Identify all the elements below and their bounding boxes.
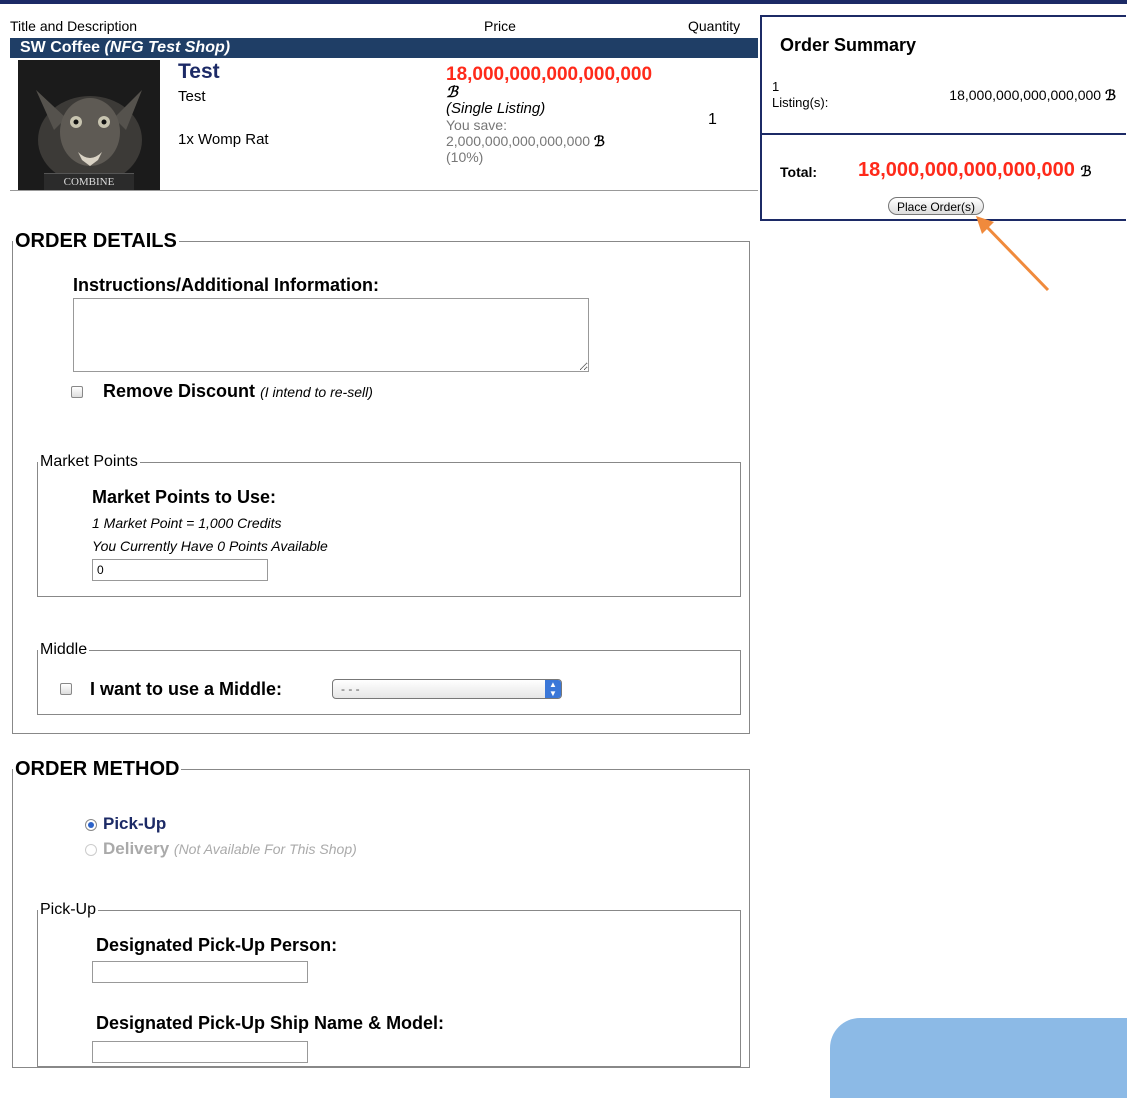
pickup-person-input[interactable] [92,961,308,983]
summary-divider [762,133,1126,135]
total-value: 18,000,000,000,000,000 ℬ [858,159,1091,182]
item-quantity: 1 [708,111,717,128]
remove-discount-row: Remove Discount (I intend to re-sell) [103,381,373,402]
pickup-ship-label: Designated Pick-Up Ship Name & Model: [96,1013,445,1033]
listing-type: (Single Listing) [446,100,546,117]
credit-icon: ℬ [593,133,605,149]
item-title[interactable]: Test [178,60,220,84]
col-price-header: Price [484,18,516,34]
item-price: 18,000,000,000,000,000 [446,64,653,85]
remove-discount-checkbox[interactable] [71,386,83,398]
market-points-available: You Currently Have 0 Points Available [92,538,328,554]
middle-select[interactable]: - - - ▲ ▼ [332,679,562,699]
item-thumbnail[interactable]: COMBINE [18,60,160,190]
order-summary-box: Order Summary 1 Listing(s): 18,000,000,0… [760,15,1126,221]
cart-header: Title and Description Price Quantity [10,10,758,38]
top-border [0,0,1127,4]
select-stepper-icon: ▲ ▼ [545,680,561,698]
order-summary-title: Order Summary [780,35,917,55]
savings-amount-value: 2,000,000,000,000,000 [446,133,591,149]
womp-rat-image [18,60,160,190]
savings-label: You save: [446,117,507,133]
remove-discount-label[interactable]: Remove Discount [103,381,255,401]
col-quantity-header: Quantity [688,18,741,34]
annotation-arrow-icon [976,216,1050,292]
listing-count-label: Listing(s): [772,95,829,110]
subtotal-value: 18,000,000,000,000,000 [949,87,1102,103]
remove-discount-note: (I intend to re-sell) [260,384,373,400]
delivery-radio[interactable] [85,844,97,856]
shop-bar[interactable]: SW Coffee (NFG Test Shop) [10,38,758,58]
market-points-rate: 1 Market Point = 1,000 Credits [92,515,282,531]
pickup-option-label[interactable]: Pick-Up [103,814,166,834]
shop-name[interactable]: SW Coffee [20,39,100,56]
item-contents: 1x Womp Rat [178,131,269,148]
delivery-option: Delivery (Not Available For This Shop) [103,839,357,859]
use-middle-label[interactable]: I want to use a Middle: [90,679,282,700]
use-middle-checkbox[interactable] [60,683,72,695]
shop-subtitle: (NFG Test Shop) [104,39,231,56]
market-points-label: Market Points to Use: [92,487,277,507]
savings-amount: 2,000,000,000,000,000 ℬ [446,133,696,149]
thumbnail-caption: COMBINE [44,173,134,190]
listing-count: 1 Listing(s): [772,79,828,111]
instructions-label: Instructions/Additional Information: [73,275,379,295]
chat-widget-tab[interactable] [830,1018,1127,1098]
item-price-block: 18,000,000,000,000,000 ℬ (Single Listing… [446,64,696,165]
middle-select-value: - - - [341,682,360,696]
listing-count-value: 1 [772,79,780,94]
credit-icon: ℬ [446,84,458,101]
order-method-legend: ORDER METHOD [15,758,180,780]
item-description: Test [178,88,206,105]
subtotal: 18,000,000,000,000,000 ℬ [949,87,1116,104]
delivery-option-label[interactable]: Delivery [103,839,169,858]
market-points-input[interactable]: 0 [92,559,268,581]
total-amount: 18,000,000,000,000,000 [858,159,1075,181]
market-points-legend: Market Points [40,453,138,470]
instructions-textarea[interactable] [73,298,589,372]
market-points-section: Market Points Market Points to Use: 1 Ma… [37,453,741,597]
total-label: Total: [780,164,818,180]
order-method-section: ORDER METHOD Pick-Up Delivery (Not Avail… [12,758,750,1068]
order-details-legend: ORDER DETAILS [15,230,177,252]
middle-legend: Middle [40,641,88,658]
pickup-legend: Pick-Up [40,901,97,918]
pickup-ship-input[interactable] [92,1041,308,1063]
pickup-person-label: Designated Pick-Up Person: [96,935,338,955]
credit-icon: ℬ [1104,87,1116,103]
credit-icon: ℬ [1080,163,1092,179]
order-details-section: ORDER DETAILS Instructions/Additional In… [12,230,750,734]
middle-section: Middle I want to use a Middle: - - - ▲ ▼ [37,641,741,715]
col-title-header: Title and Description [10,18,138,34]
cart-item-row: COMBINE Test Test 1x Womp Rat 18,000,000… [10,58,758,191]
pickup-radio[interactable] [85,819,97,831]
savings-percent: (10%) [446,149,484,165]
cart-table: Title and Description Price Quantity SW … [10,10,758,191]
pickup-section: Pick-Up Designated Pick-Up Person: Desig… [37,901,741,1067]
delivery-option-note: (Not Available For This Shop) [173,841,357,857]
